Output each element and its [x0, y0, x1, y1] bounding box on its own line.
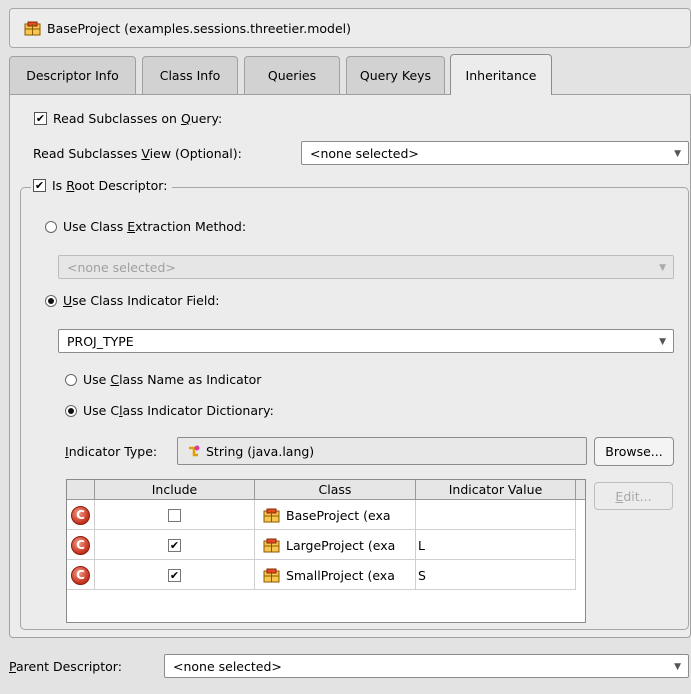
parent-descriptor-label: Parent Descriptor: [9, 659, 122, 674]
checkbox-box[interactable]: ✔ [34, 112, 47, 125]
combo-value: <none selected> [310, 145, 419, 161]
descriptor-title-bar: BaseProject (examples.sessions.threetier… [9, 8, 691, 48]
extraction-label: Use Class Extraction Method: [63, 219, 247, 234]
tab-descriptor-info[interactable]: Descriptor Info [9, 56, 136, 94]
chevron-down-icon[interactable]: ▼ [659, 337, 666, 347]
table-header-class[interactable]: Class [255, 480, 416, 500]
column-label: Indicator Value [448, 482, 543, 497]
use-class-name-radio[interactable]: Use Class Name as Indicator [65, 372, 261, 387]
radio-button[interactable] [65, 373, 77, 386]
chevron-down-icon[interactable]: ▼ [674, 149, 681, 159]
table-header-indicator-value[interactable]: Indicator Value [416, 480, 576, 500]
table-row[interactable]: C BaseProject (exa [67, 500, 576, 530]
chevron-down-icon: ▼ [659, 263, 666, 273]
chevron-down-icon[interactable]: ▼ [674, 662, 681, 672]
indicator-value: S [418, 567, 426, 583]
button-label: Browse... [605, 444, 663, 459]
tab-query-keys[interactable]: Query Keys [346, 56, 445, 94]
combo-value: PROJ_TYPE [67, 333, 134, 349]
indicator-type-value: String (java.lang) [206, 443, 315, 459]
class-name-label: Use Class Name as Indicator [83, 372, 262, 387]
use-class-indicator-field-radio[interactable]: Use Class Indicator Field: [45, 293, 219, 308]
read-subclasses-view-combo[interactable]: <none selected> ▼ [301, 141, 689, 165]
parent-descriptor-combo[interactable]: <none selected> ▼ [164, 654, 689, 678]
tab-label: Inheritance [465, 67, 537, 83]
include-checkbox[interactable]: ✔ [168, 538, 181, 552]
indicator-table[interactable]: Include Class Indicator Value C BaseProj… [66, 479, 586, 623]
include-checkbox[interactable]: ✔ [168, 568, 181, 582]
tab-label: Class Info [159, 68, 221, 83]
radio-button[interactable] [65, 404, 77, 417]
include-checkbox[interactable] [168, 508, 181, 522]
browse-button[interactable]: Browse... [594, 437, 674, 466]
read-subclasses-view-label: Read Subclasses View (Optional): [33, 146, 242, 161]
table-header-include[interactable]: Include [95, 480, 255, 500]
tab-label: Queries [267, 68, 317, 83]
table-header-icon [67, 480, 95, 500]
tab-queries[interactable]: Queries [244, 56, 340, 94]
is-root-descriptor-checkbox[interactable]: ✔ Is Root Descriptor: [31, 178, 173, 193]
tab-label: Query Keys [359, 68, 432, 83]
extraction-method-combo: <none selected> ▼ [58, 255, 674, 279]
combo-value: <none selected> [173, 658, 282, 674]
combo-value: <none selected> [67, 259, 176, 275]
class-name: BaseProject (exa [286, 507, 391, 523]
read-subclasses-label: Read Subclasses on Query: [53, 111, 223, 126]
string-type-icon [189, 445, 200, 456]
class-c-icon: C [71, 505, 90, 525]
tab-class-info[interactable]: Class Info [142, 56, 238, 94]
use-indicator-dictionary-radio[interactable]: Use Class Indicator Dictionary: [65, 403, 274, 418]
class-icon [263, 568, 280, 582]
dictionary-label: Use Class Indicator Dictionary: [83, 403, 274, 418]
table-row[interactable]: C ✔ LargeProject (exa L [67, 530, 576, 560]
column-label: Include [151, 482, 198, 497]
class-icon [24, 21, 41, 35]
descriptor-title: BaseProject (examples.sessions.threetier… [47, 20, 351, 36]
is-root-label: Is Root Descriptor: [52, 178, 168, 193]
class-c-icon: C [71, 565, 90, 585]
class-name: LargeProject (exa [286, 537, 396, 553]
indicator-value: L [418, 537, 425, 553]
class-c-icon: C [71, 535, 90, 555]
class-name: SmallProject (exa [286, 567, 395, 583]
table-row[interactable]: C ✔ SmallProject (exa S [67, 560, 576, 590]
radio-button[interactable] [45, 294, 57, 307]
class-icon [263, 538, 280, 552]
radio-button[interactable] [45, 220, 57, 233]
read-subclasses-checkbox[interactable]: ✔ Read Subclasses on Query: [34, 111, 222, 126]
indicator-type-field: String (java.lang) [177, 437, 587, 465]
indicator-field-combo[interactable]: PROJ_TYPE ▼ [58, 329, 674, 353]
table-header-filler [576, 480, 585, 500]
use-class-extraction-radio[interactable]: Use Class Extraction Method: [45, 219, 246, 234]
button-label: Edit... [615, 488, 652, 504]
tab-label: Descriptor Info [26, 68, 119, 83]
column-label: Class [318, 482, 352, 497]
tab-inheritance[interactable]: Inheritance [450, 54, 552, 95]
indicator-type-label: Indicator Type: [65, 444, 158, 459]
edit-button: Edit... [594, 482, 673, 510]
class-icon [263, 508, 280, 522]
checkbox-box[interactable]: ✔ [33, 179, 46, 192]
indicator-field-label: Use Class Indicator Field: [63, 293, 220, 308]
